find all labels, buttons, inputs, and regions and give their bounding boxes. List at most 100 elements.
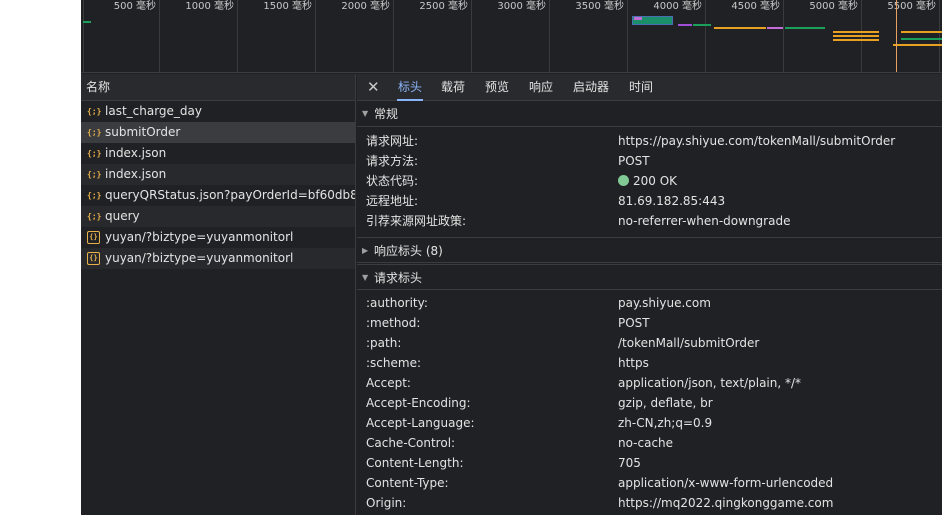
header-value[interactable]: no-referrer-when-downgrade [618, 211, 790, 231]
tab-timing[interactable]: 时间 [629, 74, 653, 101]
json-icon: {;} [87, 128, 102, 137]
header-key: Accept-Language: [366, 416, 475, 430]
waterfall-bar [893, 44, 942, 46]
expanded-triangle-icon: ▼ [362, 273, 369, 282]
tick-line [549, 0, 550, 72]
header-value[interactable]: gzip, deflate, br [618, 393, 713, 413]
request-row[interactable]: {;} submitOrder [81, 122, 355, 143]
tick-line [627, 0, 628, 72]
tick-label: 1000 毫秒 [185, 1, 234, 12]
header-value[interactable]: POST [618, 313, 650, 333]
tab-initiator[interactable]: 启动器 [573, 74, 609, 101]
header-value[interactable]: application/x-www-form-urlencoded [618, 473, 833, 493]
tick-line [315, 0, 316, 72]
status-ok-icon [618, 175, 629, 186]
header-row: Accept: application/json, text/plain, */* [357, 373, 942, 393]
header-row: Content-Type: application/x-www-form-urle… [357, 473, 942, 493]
timeline-cursor[interactable] [896, 0, 897, 72]
tick-label: 5000 毫秒 [809, 1, 858, 12]
request-name: yuyan/?biztype=yuyanmonitorl [105, 230, 294, 244]
header-key: 状态代码: [366, 174, 419, 188]
general-section-header[interactable]: ▼ 常规 [357, 101, 942, 127]
header-value[interactable]: 81.69.182.85:443 [618, 191, 725, 211]
request-row[interactable]: {;} index.json [81, 143, 355, 164]
tab-payload[interactable]: 载荷 [441, 74, 465, 101]
section-title: 常规 [374, 107, 399, 121]
waterfall-bar [833, 39, 879, 41]
header-value[interactable]: 705 [618, 453, 641, 473]
json-icon: {;} [87, 149, 102, 158]
request-row[interactable]: {;} last_charge_day [81, 101, 355, 122]
request-name: query [105, 209, 140, 223]
request-name: queryQRStatus.json?payOrderId=bf60db8fa7… [105, 188, 355, 202]
waterfall-bar [785, 27, 825, 29]
json-icon: {;} [87, 170, 102, 179]
header-key: 远程地址: [366, 194, 419, 208]
response-headers-section-header[interactable]: ▶ 响应标头 (8) [357, 237, 942, 263]
tick-label: 1500 毫秒 [263, 1, 312, 12]
request-row[interactable]: {;} query [81, 206, 355, 227]
section-title: 响应标头 (8) [374, 244, 443, 258]
tab-preview[interactable]: 预览 [485, 74, 509, 101]
header-value[interactable]: https [618, 353, 649, 373]
status-code-text: 200 OK [633, 174, 678, 188]
header-value[interactable]: https://pay.shiyue.com/tokenMall/submitO… [618, 131, 895, 151]
header-row: Content-Length: 705 [357, 453, 942, 473]
tab-response[interactable]: 响应 [529, 74, 553, 101]
header-key: 引荐来源网址政策: [366, 214, 467, 228]
request-row[interactable]: {;} queryQRStatus.json?payOrderId=bf60db8… [81, 185, 355, 206]
header-value[interactable]: POST [618, 151, 650, 171]
tick-label: 2000 毫秒 [341, 1, 390, 12]
request-row[interactable]: {} yuyan/?biztype=yuyanmonitorl [81, 248, 355, 269]
tick-label: 5500 毫秒 [887, 1, 936, 12]
tick-line [783, 0, 784, 72]
request-row[interactable]: {} yuyan/?biztype=yuyanmonitorl [81, 227, 355, 248]
header-row: :scheme: https [357, 353, 942, 373]
header-value[interactable]: application/json, text/plain, */* [618, 373, 801, 393]
json-icon: {;} [87, 107, 102, 116]
header-value[interactable]: zh-CN,zh;q=0.9 [618, 413, 712, 433]
waterfall-bar [693, 24, 711, 26]
request-name: index.json [105, 146, 167, 160]
tick-line [83, 0, 84, 72]
header-row: 请求网址: https://pay.shiyue.com/tokenMall/su… [357, 131, 942, 151]
header-value[interactable]: no-cache [618, 433, 673, 453]
tick-label: 4000 毫秒 [653, 1, 702, 12]
document-icon: {} [87, 252, 100, 265]
header-row: :authority: pay.shiyue.com [357, 293, 942, 313]
collapsed-triangle-icon: ▶ [362, 246, 369, 255]
close-icon[interactable]: ✕ [367, 79, 380, 95]
tab-headers[interactable]: 标头 [397, 74, 424, 101]
network-timeline-overview[interactable]: 500 毫秒 1000 毫秒 1500 毫秒 2000 毫秒 2500 毫秒 3000 毫… [81, 0, 942, 73]
request-headers-section-header[interactable]: ▼ 请求标头 [357, 264, 942, 290]
waterfall-bar [678, 24, 692, 26]
header-row: Origin: https://mq2022.qingkonggame.com [357, 493, 942, 513]
header-key: Origin: [366, 496, 407, 510]
header-row: Accept-Encoding: gzip, deflate, br [357, 393, 942, 413]
header-value[interactable]: /tokenMall/submitOrder [618, 333, 759, 353]
header-value[interactable]: pay.shiyue.com [618, 293, 711, 313]
waterfall-bar [83, 21, 91, 23]
header-key: 请求方法: [366, 154, 419, 168]
header-row: 请求方法: POST [357, 151, 942, 171]
tick-line [471, 0, 472, 72]
tick-label: 3000 毫秒 [497, 1, 546, 12]
header-key: :method: [366, 316, 421, 330]
request-list: 名称 {;} last_charge_day {;} submitOrder {;} in… [81, 74, 356, 515]
tick-line [393, 0, 394, 72]
header-key: Accept: [366, 376, 411, 390]
header-value[interactable]: 200 OK [618, 171, 677, 191]
header-key: :path: [366, 336, 402, 350]
header-value[interactable]: https://mq2022.qingkonggame.com [618, 493, 833, 513]
tick-label: 3500 毫秒 [575, 1, 624, 12]
request-row[interactable]: {;} index.json [81, 164, 355, 185]
header-row: :path: /tokenMall/submitOrder [357, 333, 942, 353]
json-icon: {;} [87, 191, 102, 200]
tick-line [237, 0, 238, 72]
expanded-triangle-icon: ▼ [362, 109, 369, 118]
document-icon: {} [87, 231, 100, 244]
name-column-header[interactable]: 名称 [81, 74, 355, 101]
tick-line [939, 0, 940, 72]
header-row: 远程地址: 81.69.182.85:443 [357, 191, 942, 211]
header-row: 状态代码: 200 OK [357, 171, 942, 191]
